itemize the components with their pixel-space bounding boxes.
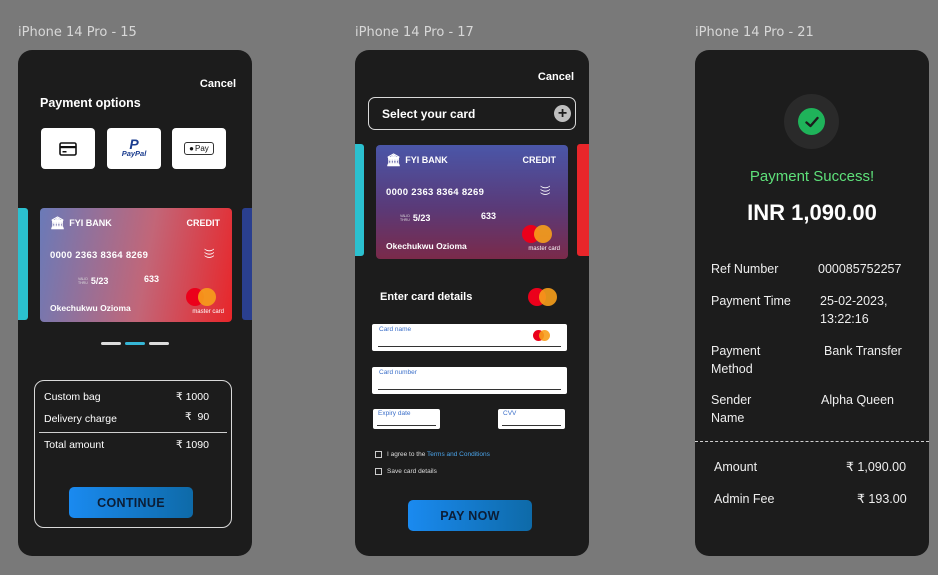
- card-bank: 🏛 FYI BANK: [386, 153, 448, 167]
- payment-time-value: 25-02-2023, 13:22:16: [820, 294, 888, 326]
- mastercard-icon: [528, 288, 558, 306]
- card-bank: 🏛 FYI BANK: [50, 216, 112, 230]
- card-expiry: VALID THRU 5/23: [78, 276, 109, 286]
- credit-card-icon: [59, 141, 77, 156]
- card-number: 0000 2363 8364 8269: [386, 187, 485, 198]
- phone-select-card: Cancel Select your card + 🏛 FYI BANK CRED…: [355, 50, 589, 556]
- payment-time-label: Payment Time: [711, 294, 791, 308]
- paypal-label: PayPal: [121, 148, 147, 158]
- contactless-icon: ))): [203, 248, 215, 259]
- save-card-checkbox[interactable]: [375, 468, 382, 475]
- card-network: master card: [192, 309, 224, 315]
- card-holder: Okechukwu Ozioma: [50, 303, 131, 313]
- cvv-field[interactable]: CVV: [498, 409, 565, 429]
- card-network: master card: [528, 246, 560, 252]
- contactless-icon: ))): [539, 185, 551, 196]
- option-card[interactable]: [41, 128, 95, 169]
- card-cvv: 633: [481, 211, 497, 221]
- card-cvv: 633: [144, 274, 160, 284]
- card-number-label: Card number: [379, 369, 417, 376]
- bank-icon: 🏛: [50, 216, 66, 230]
- success-message: Payment Success!: [749, 168, 875, 185]
- card-type: CREDIT: [186, 218, 221, 228]
- pay-now-button[interactable]: PAY NOW: [408, 500, 532, 531]
- frame-label-21: iPhone 14 Pro - 21: [695, 25, 814, 40]
- paypal-icon: P: [129, 135, 139, 152]
- select-card-dropdown[interactable]: Select your card +: [368, 97, 576, 130]
- amount-label: Amount: [714, 460, 758, 474]
- card-number-field[interactable]: Card number: [372, 367, 567, 394]
- card-holder: Okechukwu Ozioma: [386, 241, 467, 251]
- save-card-row[interactable]: Save card details: [375, 468, 437, 475]
- carousel-dot-3[interactable]: [149, 342, 169, 345]
- cancel-button[interactable]: Cancel: [200, 78, 236, 90]
- cancel-button[interactable]: Cancel: [538, 71, 574, 83]
- summary-divider: [39, 432, 227, 433]
- phone-payment-options: Cancel Payment options P PayPal ● Pay 🏛 FY…: [18, 50, 252, 556]
- credit-card[interactable]: 🏛 FYI BANK CREDIT 0000 2363 8364 8269 )))…: [376, 145, 568, 259]
- card-number: 0000 2363 8364 8269: [50, 250, 149, 261]
- cvv-label: CVV: [503, 410, 517, 417]
- summary-value-total: ₹ 1090: [176, 439, 209, 451]
- sender-name-label: Sender Name: [711, 393, 752, 425]
- phone-payment-success: Payment Success! INR 1,090.00 Ref Number…: [695, 50, 929, 556]
- valid-thru-label: VALID THRU: [400, 214, 410, 222]
- check-icon: [798, 108, 825, 135]
- carousel-dot-1[interactable]: [101, 342, 121, 345]
- payment-method-label: Payment Method: [711, 344, 761, 376]
- dashed-divider: [695, 441, 929, 442]
- frame-label-15: iPhone 14 Pro - 15: [18, 25, 137, 40]
- add-card-icon[interactable]: +: [554, 105, 571, 122]
- card-name-label: Card name: [379, 326, 412, 333]
- order-summary: Custom bag ₹ 1000 Delivery charge ₹ 90 T…: [34, 380, 232, 528]
- expiry-date-label: Expiry date: [378, 410, 411, 417]
- success-badge: [784, 94, 839, 149]
- terms-checkbox[interactable]: [375, 451, 382, 458]
- credit-card[interactable]: 🏛 FYI BANK CREDIT 0000 2363 8364 8269 )))…: [40, 208, 232, 322]
- valid-thru-label: VALID THRU: [78, 277, 88, 285]
- enter-card-details-heading: Enter card details: [380, 291, 473, 303]
- card-name-field[interactable]: Card name: [372, 324, 567, 351]
- ref-number-value: 000085752257: [818, 262, 902, 276]
- next-card-peek[interactable]: [242, 208, 252, 320]
- frame-label-17: iPhone 14 Pro - 17: [355, 25, 474, 40]
- page-title: Payment options: [40, 96, 141, 110]
- option-paypal[interactable]: P PayPal: [107, 128, 161, 169]
- summary-label-total: Total amount: [44, 439, 105, 451]
- summary-value-bag: ₹ 1000: [176, 391, 209, 403]
- admin-fee-value: ₹ 193.00: [857, 492, 907, 506]
- terms-link[interactable]: Terms and Conditions: [427, 451, 490, 458]
- expiry-date-field[interactable]: Expiry date: [373, 409, 440, 429]
- select-card-label: Select your card: [382, 107, 476, 121]
- bank-icon: 🏛: [386, 153, 402, 167]
- payment-method-value: Bank Transfer: [824, 344, 902, 358]
- mastercard-icon: [522, 225, 556, 245]
- summary-value-delivery: ₹ 90: [185, 411, 210, 423]
- save-card-label: Save card details: [387, 468, 437, 475]
- terms-checkbox-row[interactable]: I agree to the Terms and Conditions: [375, 451, 490, 458]
- apple-pay-label: Pay: [195, 144, 209, 153]
- terms-prefix: I agree to the: [387, 451, 427, 458]
- next-card-peek[interactable]: [577, 144, 589, 256]
- card-expiry: VALID THRU 5/23: [400, 213, 431, 223]
- card-type: CREDIT: [522, 155, 557, 165]
- carousel-dot-2[interactable]: [125, 342, 145, 345]
- admin-fee-label: Admin Fee: [714, 492, 775, 506]
- continue-button[interactable]: CONTINUE: [69, 487, 193, 518]
- prev-card-peek[interactable]: [355, 144, 364, 256]
- mastercard-icon: [533, 330, 550, 341]
- option-apple-pay[interactable]: ● Pay: [172, 128, 226, 169]
- prev-card-peek[interactable]: [18, 208, 28, 320]
- mastercard-icon: [186, 288, 220, 308]
- ref-number-label: Ref Number: [711, 262, 779, 276]
- amount-value: ₹ 1,090.00: [846, 460, 907, 474]
- sender-name-value: Alpha Queen: [821, 393, 894, 407]
- summary-label-delivery: Delivery charge: [44, 413, 117, 425]
- paid-amount: INR 1,090.00: [747, 200, 877, 225]
- summary-label-bag: Custom bag: [44, 391, 101, 403]
- apple-icon: ●: [189, 144, 195, 153]
